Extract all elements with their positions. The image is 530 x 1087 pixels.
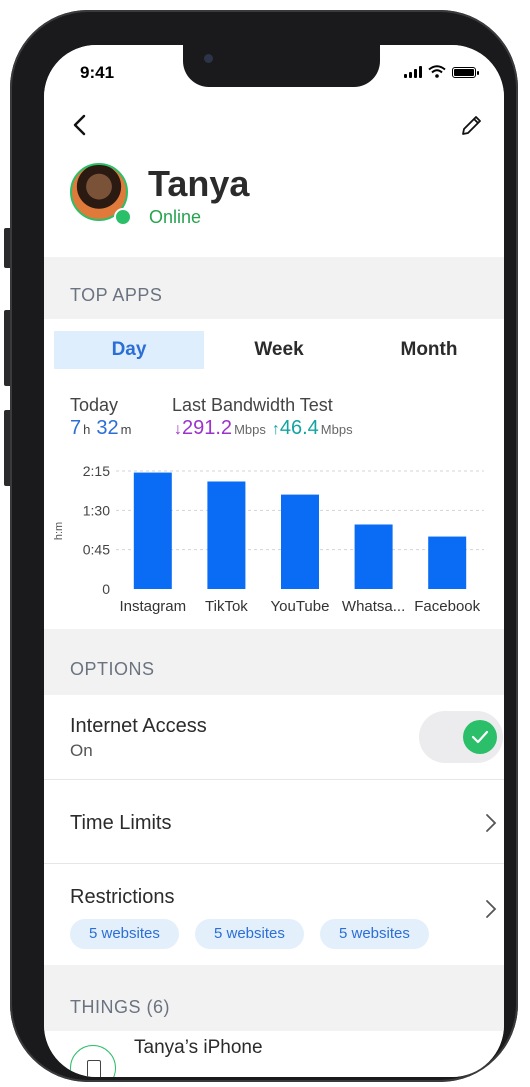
top-apps-bar-chart: 0 0:45 1:30 2:15 h:m Instagram TikTok YouTube Wh…	[53, 463, 484, 615]
x-tick-label: Whatsa...	[342, 598, 405, 615]
bar-tiktok	[207, 481, 246, 589]
check-icon	[471, 730, 489, 744]
y-tick-label: 0:45	[83, 542, 110, 558]
time-limits-row[interactable]: Time Limits	[44, 779, 504, 863]
phone-frame: 9:41 Tanya Online TOP APPS Day Week Mont…	[10, 10, 518, 1082]
chevron-right-icon	[486, 814, 497, 832]
time-limits-title: Time Limits	[70, 812, 172, 834]
upload-speed: 46.4	[279, 417, 319, 439]
things-section-header: THINGS (6)	[44, 965, 504, 1031]
bar-instagram	[133, 472, 172, 589]
x-tick-label: Instagram	[119, 598, 186, 615]
online-indicator	[114, 208, 132, 226]
top-apps-section-title: TOP APPS	[70, 285, 163, 305]
internet-access-title: Internet Access	[70, 715, 207, 737]
things-section-title: THINGS (6)	[70, 997, 171, 1017]
today-hours: 7	[70, 417, 82, 439]
download-unit: Mbps	[234, 422, 266, 437]
screen: 9:41 Tanya Online TOP APPS Day Week Mont…	[44, 45, 504, 1077]
today-minutes: 32	[96, 417, 119, 439]
restriction-tag[interactable]: 5 websites	[70, 919, 179, 949]
top-apps-card: Day Week Month Today 7 h 32 m Last Bandwidt…	[44, 319, 504, 629]
front-camera	[204, 54, 213, 63]
restrictions-row[interactable]: Restrictions	[44, 863, 504, 965]
internet-access-toggle[interactable]	[419, 711, 503, 763]
top-apps-section-header: TOP APPS	[44, 257, 504, 319]
bandwidth-values: ↓291.2 Mbps ↑46.4 Mbps	[174, 417, 359, 440]
y-tick-label: 2:15	[83, 463, 110, 479]
thing-item[interactable]: Tanya’s iPhone	[44, 1031, 504, 1077]
bar-whatsa	[354, 524, 393, 589]
y-axis-label: h:m	[53, 522, 65, 540]
options-section-header: OPTIONS	[44, 629, 504, 695]
profile-name: Tanya	[148, 163, 250, 204]
minutes-unit: m	[120, 422, 132, 437]
x-tick-label: TikTok	[205, 598, 248, 615]
x-tick-label: YouTube	[271, 598, 330, 615]
profile-status: Online	[149, 207, 202, 227]
tab-day[interactable]: Day	[54, 331, 204, 369]
wifi-icon	[428, 65, 446, 78]
tab-month[interactable]: Month	[354, 331, 504, 369]
today-usage: 7 h 32 m	[70, 417, 137, 440]
options-section-title: OPTIONS	[70, 659, 155, 679]
period-tabs: Day Week Month	[54, 331, 504, 369]
device-icon	[70, 1045, 116, 1077]
restriction-tag[interactable]: 5 websites	[195, 919, 304, 949]
tab-week[interactable]: Week	[204, 331, 354, 369]
chevron-right-icon	[486, 900, 497, 918]
internet-access-value: On	[70, 741, 93, 760]
back-arrow-icon[interactable]	[70, 113, 90, 137]
hours-unit: h	[83, 422, 91, 437]
upload-unit: Mbps	[320, 422, 353, 437]
upload-arrow-icon: ↑	[271, 421, 280, 438]
toggle-knob	[463, 720, 497, 754]
battery-icon	[452, 67, 479, 78]
bar-facebook	[428, 536, 467, 589]
today-label: Today	[70, 395, 119, 415]
internet-access-row: Internet Access On	[44, 695, 504, 779]
status-time: 9:41	[80, 63, 115, 82]
download-speed: 291.2	[182, 417, 233, 439]
thing-name: Tanya’s iPhone	[134, 1037, 263, 1058]
status-icons	[404, 65, 479, 78]
edit-pencil-icon[interactable]	[458, 113, 484, 139]
restrictions-title: Restrictions	[70, 886, 175, 908]
restriction-tag[interactable]: 5 websites	[320, 919, 429, 949]
y-tick-label: 1:30	[83, 502, 110, 518]
notch	[183, 45, 380, 87]
phone-glyph-icon	[87, 1060, 101, 1077]
x-tick-label: Facebook	[414, 598, 480, 615]
bandwidth-label: Last Bandwidth Test	[172, 395, 333, 415]
cellular-signal-icon	[404, 66, 422, 78]
download-arrow-icon: ↓	[174, 421, 182, 438]
y-tick-label: 0	[102, 581, 110, 597]
bar-youtube	[281, 494, 319, 589]
